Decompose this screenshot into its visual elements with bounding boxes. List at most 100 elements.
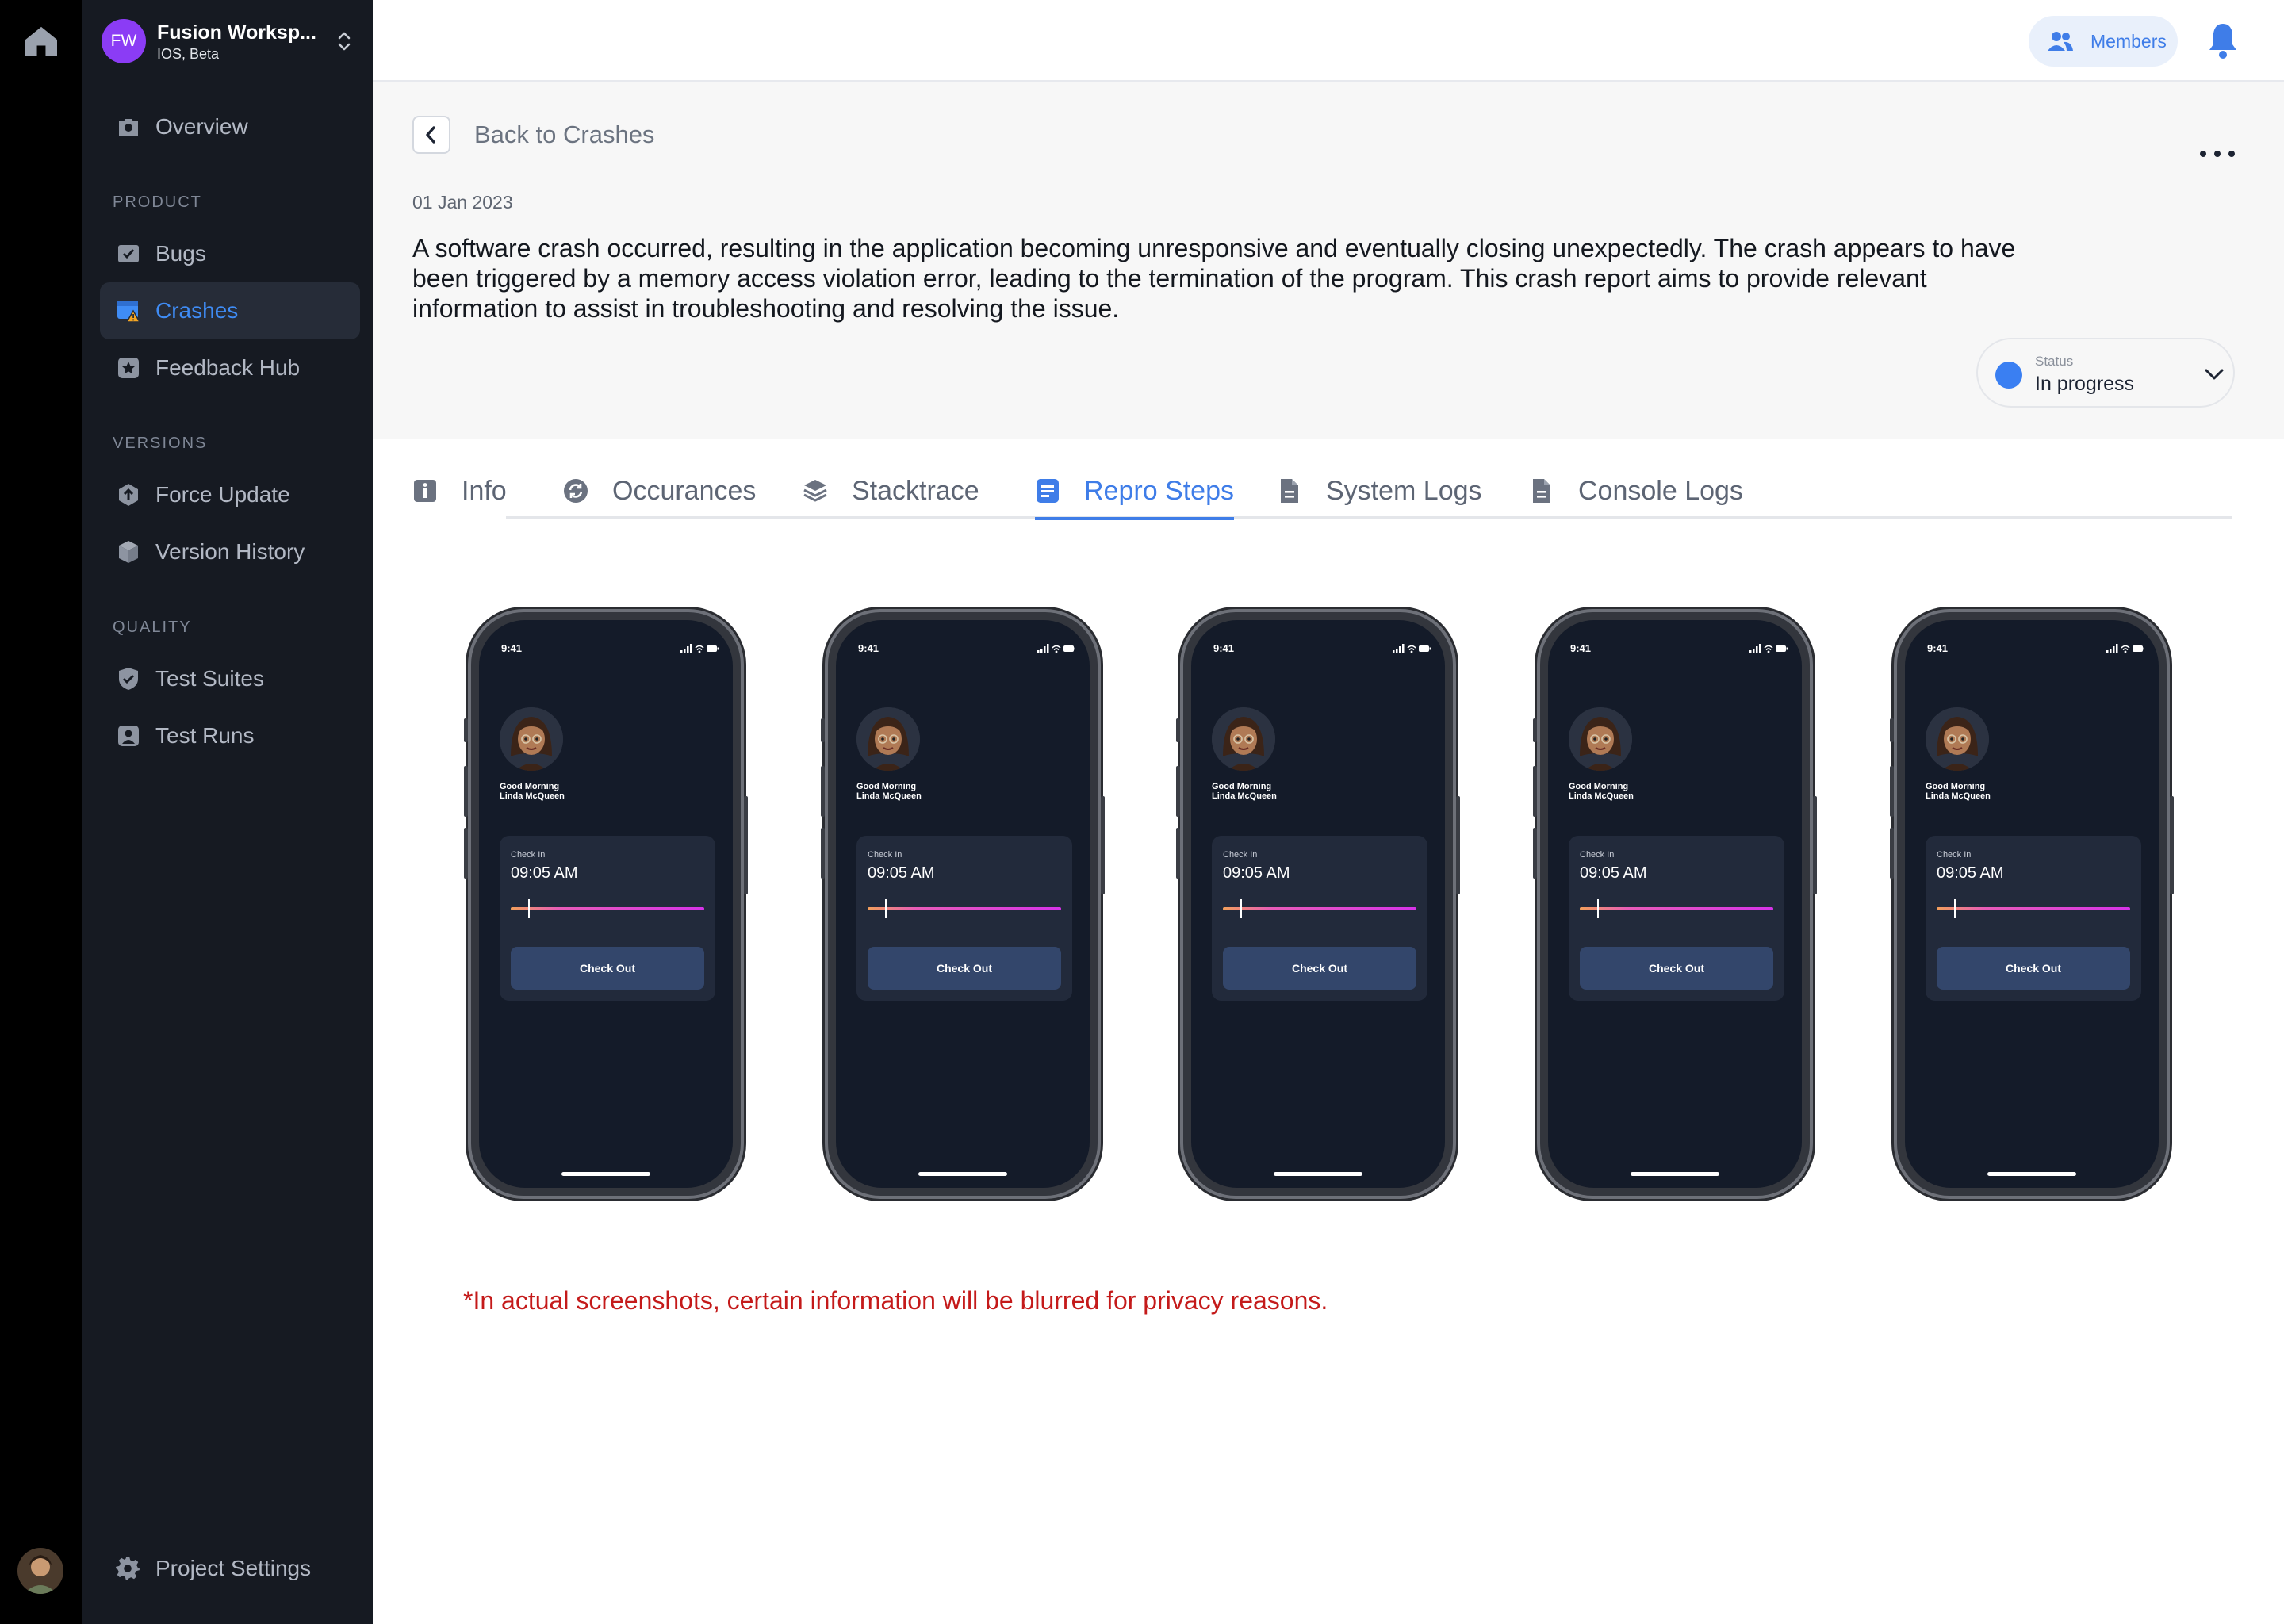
profile-avatar [1569, 707, 1632, 771]
time-slider-track [1580, 907, 1773, 910]
check-out-button: Check Out [1580, 947, 1773, 990]
members-button[interactable]: Members [2029, 16, 2178, 67]
check-in-label: Check In [511, 850, 546, 860]
greeting: Good Morning Linda McQueen [1926, 782, 1991, 801]
phone-screen: 9:41 Good Morning Linda McQueen Check In… [479, 620, 733, 1188]
check-in-time: 09:05 AM [868, 864, 935, 882]
status-time: 9:41 [1213, 642, 1235, 654]
status-icons [680, 644, 719, 653]
chevron-down-icon [2205, 369, 2224, 380]
users-icon [2048, 32, 2073, 51]
tab-label: Console Logs [1578, 475, 1743, 506]
profile-avatar [1212, 707, 1275, 771]
section-label-quality: QUALITY [113, 619, 192, 636]
sidebar: FW Fusion Worksp... IOS, Beta Overview P… [82, 0, 373, 1624]
repro-screenshot[interactable]: 9:41 Good Morning Linda McQueen Check In… [1533, 609, 1817, 1199]
home-indicator [918, 1172, 1007, 1176]
sidebar-item-label: Version History [155, 539, 305, 564]
sidebar-item-project-settings[interactable]: Project Settings [100, 1540, 311, 1597]
status-icons [2106, 644, 2144, 653]
document-icon [1281, 479, 1298, 503]
check-out-button: Check Out [1223, 947, 1416, 990]
tab-occurances[interactable]: Occurances [563, 463, 756, 519]
sidebar-item-label: Test Suites [155, 666, 264, 691]
check-in-card: Check In 09:05 AM Check Out [1212, 836, 1428, 1001]
profile-avatar [500, 707, 563, 771]
layers-icon [803, 480, 827, 502]
status-icons [1037, 644, 1075, 653]
sidebar-item-test-runs[interactable]: Test Runs [100, 707, 360, 764]
more-icon[interactable] [2198, 147, 2236, 160]
check-in-card: Check In 09:05 AM Check Out [1569, 836, 1784, 1001]
workspace-avatar: FW [102, 19, 146, 63]
sidebar-item-overview[interactable]: Overview [100, 98, 360, 155]
check-in-label: Check In [1580, 850, 1615, 860]
home-icon[interactable] [24, 25, 59, 57]
tab-repro-steps[interactable]: Repro Steps [1035, 463, 1234, 520]
status-value: In progress [2035, 373, 2135, 395]
sidebar-item-version-history[interactable]: Version History [100, 523, 360, 580]
cube-icon [119, 541, 138, 563]
greeting: Good Morning Linda McQueen [856, 782, 922, 801]
crash-description: A software crash occurred, resulting in … [412, 234, 2016, 323]
back-button[interactable] [412, 116, 450, 154]
sidebar-item-force-update[interactable]: Force Update [100, 466, 360, 523]
sidebar-item-label: Feedback Hub [155, 355, 301, 380]
app-rail [0, 0, 82, 1624]
phone-screen: 9:41 Good Morning Linda McQueen Check In… [1191, 620, 1445, 1188]
repro-screenshot[interactable]: 9:41 Good Morning Linda McQueen Check In… [464, 609, 748, 1199]
sidebar-item-label: Crashes [155, 298, 239, 323]
sidebar-item-feedback-hub[interactable]: Feedback Hub [100, 339, 360, 396]
sidebar-item-bugs[interactable]: Bugs [100, 225, 360, 282]
check-in-time: 09:05 AM [1580, 864, 1647, 882]
time-slider-handle [528, 899, 530, 918]
user-avatar[interactable] [17, 1548, 63, 1594]
check-in-card: Check In 09:05 AM Check Out [1926, 836, 2141, 1001]
star-box-icon [118, 358, 139, 378]
bell-icon[interactable] [2206, 21, 2240, 60]
status-time: 9:41 [1570, 642, 1592, 654]
home-indicator [1987, 1172, 2076, 1176]
greeting: Good Morning Linda McQueen [500, 782, 565, 801]
tab-label: Info [462, 475, 507, 506]
check-out-button: Check Out [868, 947, 1061, 990]
check-in-label: Check In [1937, 850, 1972, 860]
phone-screen: 9:41 Good Morning Linda McQueen Check In… [836, 620, 1090, 1188]
status-dropdown[interactable]: Status In progress [1976, 338, 2235, 408]
shield-check-icon [119, 668, 138, 690]
section-label-versions: VERSIONS [113, 435, 208, 452]
workspace-switcher[interactable]: FW Fusion Worksp... IOS, Beta [102, 19, 354, 65]
sidebar-item-crashes[interactable]: Crashes [100, 282, 360, 339]
repro-screenshot[interactable]: 9:41 Good Morning Linda McQueen Check In… [1890, 609, 2174, 1199]
sidebar-item-test-suites[interactable]: Test Suites [100, 650, 360, 707]
profile-avatar [856, 707, 920, 771]
camera-box-icon [119, 119, 138, 136]
tab-info[interactable]: Info [412, 463, 507, 519]
repro-screenshot[interactable]: 9:41 Good Morning Linda McQueen Check In… [1176, 609, 1460, 1199]
crash-date: 01 Jan 2023 [412, 192, 513, 213]
sidebar-item-label: Bugs [155, 241, 206, 266]
members-label: Members [2090, 30, 2167, 52]
info-icon [414, 480, 436, 502]
check-in-time: 09:05 AM [511, 864, 578, 882]
check-in-card: Check In 09:05 AM Check Out [856, 836, 1072, 1001]
check-in-time: 09:05 AM [1937, 864, 2004, 882]
checkbox-icon [118, 245, 139, 262]
time-slider-handle [1597, 899, 1599, 918]
check-in-label: Check In [868, 850, 902, 860]
settings-label: Project Settings [155, 1556, 312, 1580]
tab-stacktrace[interactable]: Stacktrace [803, 463, 979, 519]
gear-icon [116, 1557, 140, 1580]
status-key: Status [2035, 354, 2074, 369]
status-indicator [1995, 362, 2022, 389]
chevron-updown-icon [338, 32, 351, 51]
tab-console-logs[interactable]: Console Logs [1529, 463, 1743, 519]
repro-screenshot[interactable]: 9:41 Good Morning Linda McQueen Check In… [821, 609, 1105, 1199]
list-doc-icon [1037, 479, 1059, 503]
status-time: 9:41 [501, 642, 523, 654]
workspace-name: Fusion Worksp... [157, 21, 316, 44]
time-slider-track [1937, 907, 2130, 910]
tab-system-logs[interactable]: System Logs [1277, 463, 1482, 519]
time-slider-track [511, 907, 704, 910]
back-link[interactable]: Back to Crashes [474, 121, 654, 149]
